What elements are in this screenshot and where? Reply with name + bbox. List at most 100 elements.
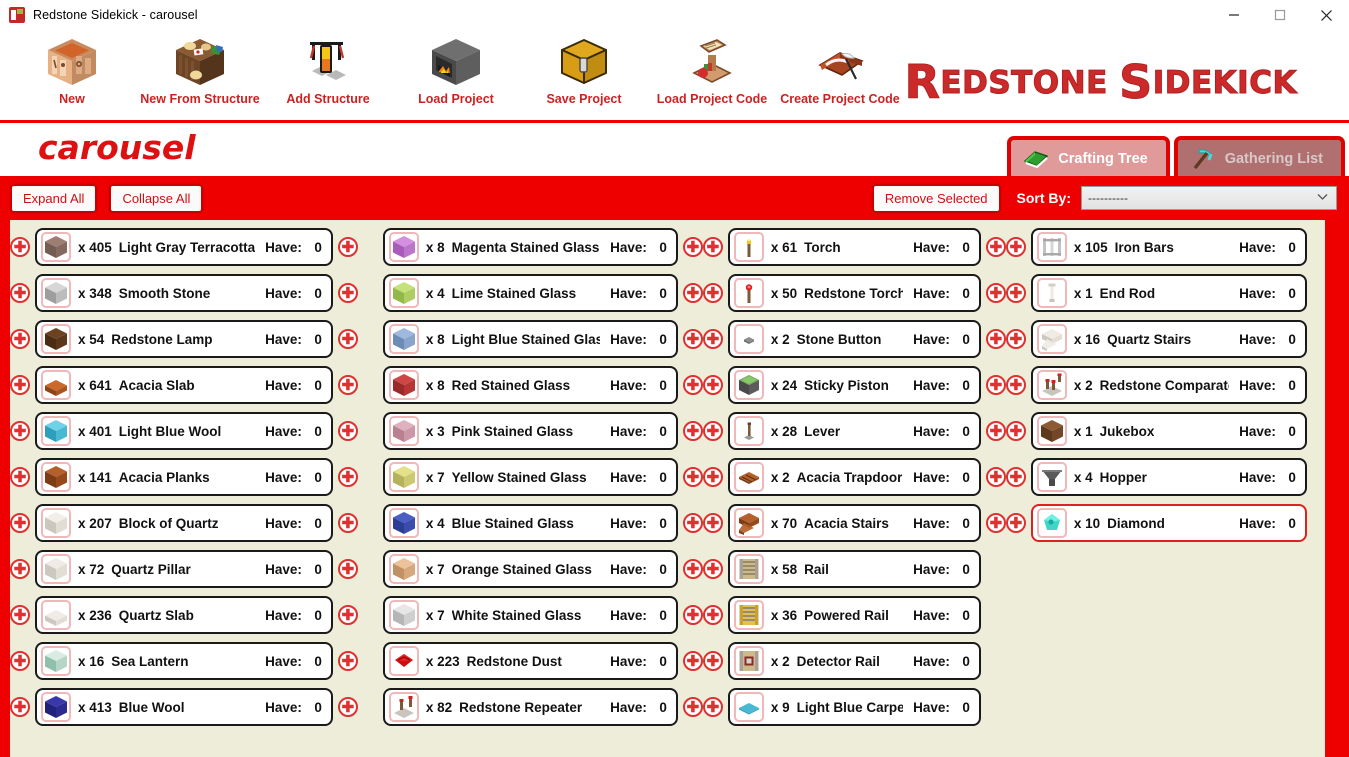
expand-plus-icon[interactable]: ✚ — [10, 421, 30, 441]
item-card[interactable]: x 223 Redstone Dust Have: 0 — [382, 642, 678, 680]
item-card[interactable]: x 105 Iron Bars Have: 0 — [1030, 228, 1307, 266]
expand-plus-icon[interactable]: ✚ — [702, 513, 723, 533]
add-count-icon[interactable]: ✚ — [682, 605, 703, 625]
sort-by-select[interactable]: ---------- — [1081, 186, 1337, 210]
add-count-icon[interactable]: ✚ — [985, 513, 1006, 533]
have-value[interactable]: 0 — [1288, 424, 1296, 439]
add-count-icon[interactable]: ✚ — [682, 467, 703, 487]
have-value[interactable]: 0 — [659, 240, 667, 255]
have-value[interactable]: 0 — [962, 286, 970, 301]
add-count-icon[interactable]: ✚ — [985, 467, 1006, 487]
have-value[interactable]: 0 — [962, 700, 970, 715]
have-value[interactable]: 0 — [659, 378, 667, 393]
item-card[interactable]: x 28 Lever Have: 0 — [727, 412, 981, 450]
have-value[interactable]: 0 — [962, 240, 970, 255]
have-value[interactable]: 0 — [962, 516, 970, 531]
expand-plus-icon[interactable]: ✚ — [1005, 513, 1026, 533]
expand-plus-icon[interactable]: ✚ — [1005, 237, 1026, 257]
toolbar-button-add-structure[interactable]: Add Structure — [264, 30, 392, 116]
add-count-icon[interactable]: ✚ — [682, 237, 703, 257]
add-count-icon[interactable]: ✚ — [985, 329, 1006, 349]
item-card[interactable]: x 16 Quartz Stairs Have: 0 — [1030, 320, 1307, 358]
item-card[interactable]: x 4 Lime Stained Glass Have: 0 — [382, 274, 678, 312]
have-value[interactable]: 0 — [659, 424, 667, 439]
item-card[interactable]: x 24 Sticky Piston Have: 0 — [727, 366, 981, 404]
have-value[interactable]: 0 — [659, 562, 667, 577]
have-value[interactable]: 0 — [314, 562, 322, 577]
item-card[interactable]: x 4 Blue Stained Glass Have: 0 — [382, 504, 678, 542]
add-count-icon[interactable]: ✚ — [337, 283, 358, 303]
add-count-icon[interactable]: ✚ — [337, 237, 358, 257]
add-count-icon[interactable]: ✚ — [682, 697, 703, 717]
item-card[interactable]: x 413 Blue Wool Have: 0 — [35, 688, 333, 726]
expand-plus-icon[interactable]: ✚ — [702, 329, 723, 349]
toolbar-button-create-project-code[interactable]: Create Project Code — [776, 30, 904, 116]
add-count-icon[interactable]: ✚ — [682, 559, 703, 579]
add-count-icon[interactable]: ✚ — [337, 421, 358, 441]
expand-plus-icon[interactable]: ✚ — [702, 375, 723, 395]
item-card[interactable]: x 7 Yellow Stained Glass Have: 0 — [382, 458, 678, 496]
item-card[interactable]: x 8 Magenta Stained Glass Have: 0 — [382, 228, 678, 266]
toolbar-button-save-project[interactable]: Save Project — [520, 30, 648, 116]
expand-plus-icon[interactable]: ✚ — [10, 605, 30, 625]
have-value[interactable]: 0 — [1288, 470, 1296, 485]
tab-crafting-tree[interactable]: Crafting Tree — [1007, 136, 1170, 178]
expand-plus-icon[interactable]: ✚ — [10, 329, 30, 349]
item-card[interactable]: x 2 Acacia Trapdoor Have: 0 — [727, 458, 981, 496]
add-count-icon[interactable]: ✚ — [337, 605, 358, 625]
item-card[interactable]: x 58 Rail Have: 0 — [727, 550, 981, 588]
add-count-icon[interactable]: ✚ — [337, 651, 358, 671]
expand-plus-icon[interactable]: ✚ — [702, 651, 723, 671]
have-value[interactable]: 0 — [659, 700, 667, 715]
add-count-icon[interactable]: ✚ — [682, 513, 703, 533]
item-card[interactable]: x 8 Red Stained Glass Have: 0 — [382, 366, 678, 404]
expand-all-button[interactable]: Expand All — [10, 183, 98, 213]
item-card[interactable]: x 9 Light Blue Carpet Have: 0 — [727, 688, 981, 726]
have-value[interactable]: 0 — [314, 240, 322, 255]
add-count-icon[interactable]: ✚ — [985, 237, 1006, 257]
have-value[interactable]: 0 — [659, 608, 667, 623]
item-card[interactable]: x 401 Light Blue Wool Have: 0 — [35, 412, 333, 450]
add-count-icon[interactable]: ✚ — [682, 283, 703, 303]
item-card[interactable]: x 50 Redstone Torch Have: 0 — [727, 274, 981, 312]
item-card[interactable]: x 348 Smooth Stone Have: 0 — [35, 274, 333, 312]
add-count-icon[interactable]: ✚ — [985, 375, 1006, 395]
toolbar-button-load-project[interactable]: Load Project — [392, 30, 520, 116]
item-card[interactable]: x 641 Acacia Slab Have: 0 — [35, 366, 333, 404]
item-card[interactable]: x 10 Diamond Have: 0 — [1030, 504, 1307, 542]
collapse-all-button[interactable]: Collapse All — [109, 183, 204, 213]
item-card[interactable]: x 236 Quartz Slab Have: 0 — [35, 596, 333, 634]
close-button[interactable] — [1303, 0, 1349, 30]
have-value[interactable]: 0 — [314, 516, 322, 531]
item-card[interactable]: x 141 Acacia Planks Have: 0 — [35, 458, 333, 496]
item-card[interactable]: x 7 White Stained Glass Have: 0 — [382, 596, 678, 634]
add-count-icon[interactable]: ✚ — [337, 513, 358, 533]
have-value[interactable]: 0 — [962, 378, 970, 393]
have-value[interactable]: 0 — [314, 424, 322, 439]
have-value[interactable]: 0 — [314, 654, 322, 669]
expand-plus-icon[interactable]: ✚ — [702, 421, 723, 441]
item-card[interactable]: x 4 Hopper Have: 0 — [1030, 458, 1307, 496]
expand-plus-icon[interactable]: ✚ — [1005, 329, 1026, 349]
maximize-button[interactable] — [1257, 0, 1303, 30]
add-count-icon[interactable]: ✚ — [985, 421, 1006, 441]
have-value[interactable]: 0 — [1288, 286, 1296, 301]
add-count-icon[interactable]: ✚ — [337, 329, 358, 349]
item-card[interactable]: x 3 Pink Stained Glass Have: 0 — [382, 412, 678, 450]
item-card[interactable]: x 82 Redstone Repeater Have: 0 — [382, 688, 678, 726]
item-card[interactable]: x 72 Quartz Pillar Have: 0 — [35, 550, 333, 588]
toolbar-button-new[interactable]: New — [8, 30, 136, 116]
have-value[interactable]: 0 — [1288, 332, 1296, 347]
have-value[interactable]: 0 — [314, 332, 322, 347]
have-value[interactable]: 0 — [659, 470, 667, 485]
expand-plus-icon[interactable]: ✚ — [10, 375, 30, 395]
add-count-icon[interactable]: ✚ — [337, 697, 358, 717]
have-value[interactable]: 0 — [962, 470, 970, 485]
item-card[interactable]: x 1 End Rod Have: 0 — [1030, 274, 1307, 312]
expand-plus-icon[interactable]: ✚ — [10, 237, 30, 257]
expand-plus-icon[interactable]: ✚ — [1005, 375, 1026, 395]
have-value[interactable]: 0 — [659, 654, 667, 669]
add-count-icon[interactable]: ✚ — [337, 375, 358, 395]
have-value[interactable]: 0 — [314, 608, 322, 623]
add-count-icon[interactable]: ✚ — [337, 467, 358, 487]
